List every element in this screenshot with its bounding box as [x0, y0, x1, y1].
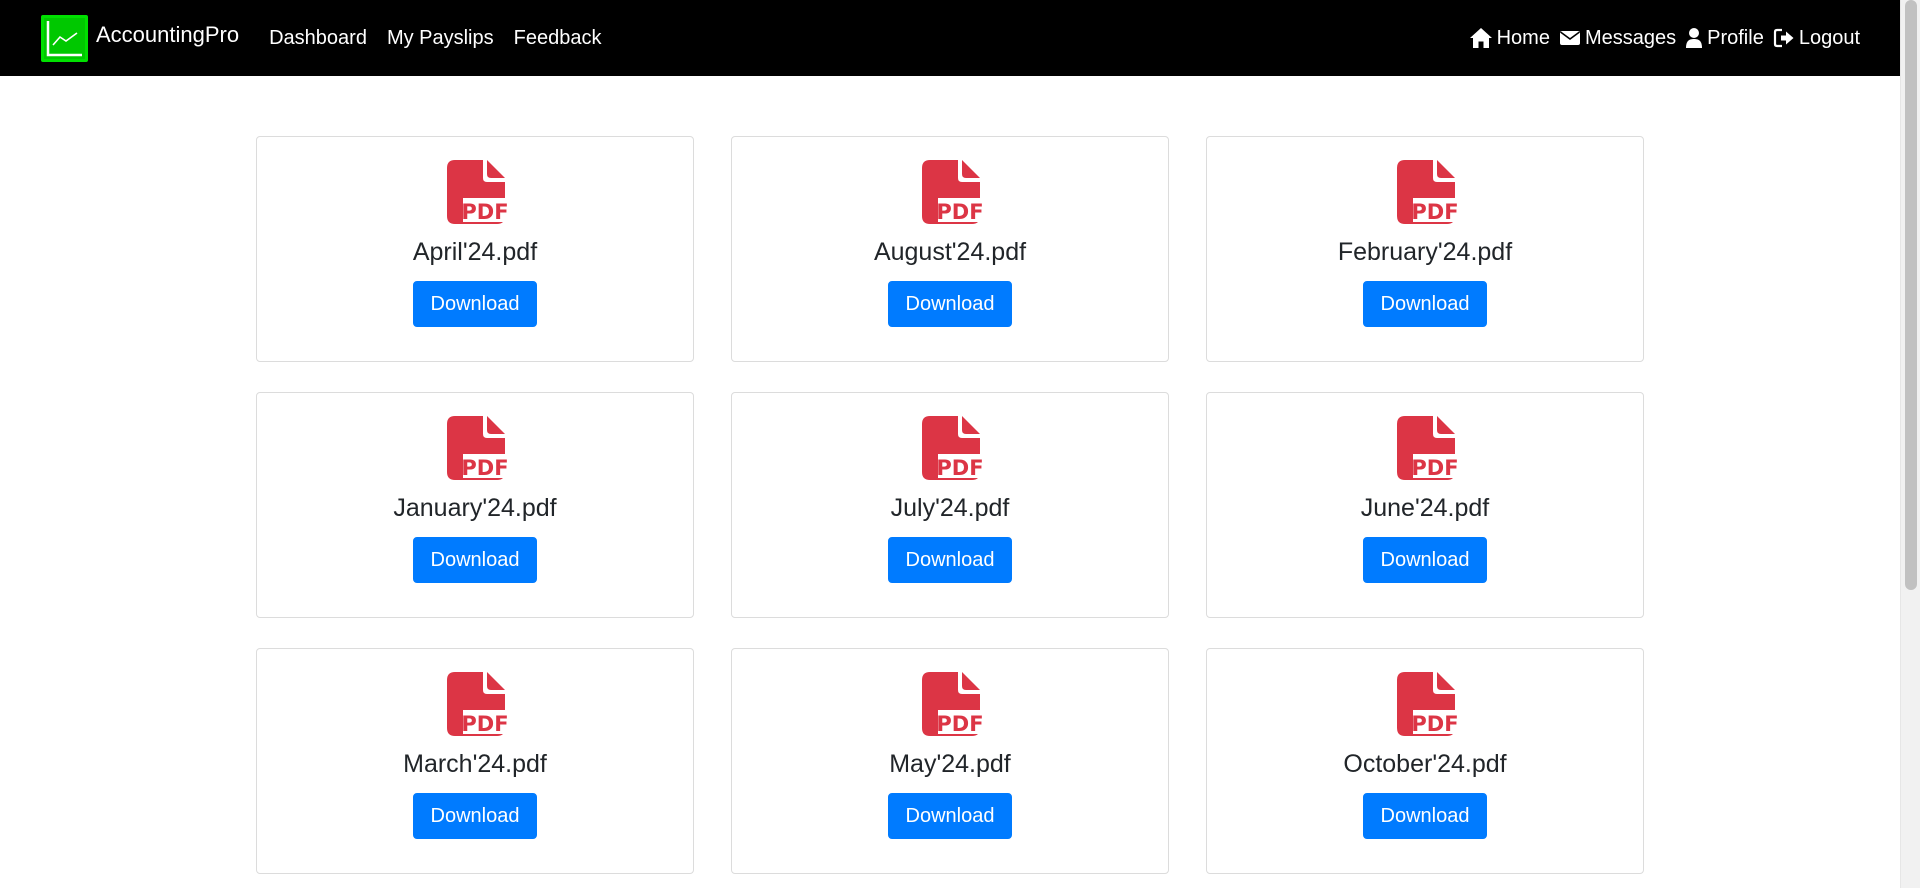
payslip-file-name: February'24.pdf — [1337, 238, 1513, 266]
download-button[interactable]: Download — [888, 537, 1012, 583]
nav-logout[interactable]: Logout — [1773, 27, 1860, 50]
nav-dashboard[interactable]: Dashboard — [269, 27, 367, 50]
user-icon — [1686, 28, 1703, 48]
payslip-card: PDF July'24.pdf Download — [731, 392, 1169, 618]
scrollbar-thumb[interactable] — [1905, 0, 1917, 590]
svg-text:PDF: PDF — [461, 712, 507, 736]
page-viewport: AccountingPro Dashboard My Payslips Feed… — [0, 0, 1920, 888]
payslip-file-name: April'24.pdf — [412, 238, 538, 266]
payslip-card: PDF October'24.pdf Download — [1206, 648, 1644, 874]
svg-text:PDF: PDF — [461, 456, 507, 480]
file-pdf-icon: PDF — [447, 160, 507, 224]
payslip-card: PDF March'24.pdf Download — [256, 648, 694, 874]
payslip-file-name: August'24.pdf — [873, 238, 1027, 266]
payslip-card: PDF February'24.pdf Download — [1206, 136, 1644, 362]
nav-profile[interactable]: Profile — [1685, 27, 1764, 50]
svg-text:PDF: PDF — [936, 456, 982, 480]
download-button[interactable]: Download — [1363, 281, 1487, 327]
brand-name: AccountingPro — [96, 22, 240, 47]
file-pdf-icon: PDF — [1397, 672, 1457, 736]
svg-text:PDF: PDF — [1411, 200, 1457, 224]
payslip-file-name: October'24.pdf — [1343, 750, 1507, 778]
nav-feedback[interactable]: Feedback — [514, 27, 602, 50]
svg-text:PDF: PDF — [936, 200, 982, 224]
vertical-scrollbar[interactable] — [1900, 0, 1920, 888]
download-button[interactable]: Download — [888, 793, 1012, 839]
file-pdf-icon: PDF — [447, 416, 507, 480]
file-pdf-icon: PDF — [1397, 160, 1457, 224]
payslip-card: PDF May'24.pdf Download — [731, 648, 1169, 874]
payslip-file-name: May'24.pdf — [889, 750, 1011, 778]
download-button[interactable]: Download — [413, 793, 537, 839]
nav-logout-label: Logout — [1798, 26, 1860, 49]
svg-text:PDF: PDF — [1411, 712, 1457, 736]
envelope-icon — [1559, 31, 1580, 45]
line-chart-icon — [41, 14, 88, 62]
file-pdf-icon: PDF — [922, 160, 982, 224]
payslip-file-name: June'24.pdf — [1360, 494, 1490, 522]
download-button[interactable]: Download — [1363, 793, 1487, 839]
file-pdf-icon: PDF — [922, 672, 982, 736]
file-pdf-icon: PDF — [447, 672, 507, 736]
file-pdf-icon: PDF — [1397, 416, 1457, 480]
payslip-card: PDF June'24.pdf Download — [1206, 392, 1644, 618]
payslip-card: PDF August'24.pdf Download — [731, 136, 1169, 362]
payslip-file-name: January'24.pdf — [393, 494, 557, 522]
payslip-grid: PDF April'24.pdf Download PDF August'24.… — [256, 136, 1644, 874]
logout-icon — [1773, 28, 1794, 48]
file-pdf-icon: PDF — [922, 416, 982, 480]
svg-text:PDF: PDF — [936, 712, 982, 736]
nav-messages-label: Messages — [1584, 26, 1677, 49]
download-button[interactable]: Download — [413, 537, 537, 583]
download-button[interactable]: Download — [1363, 537, 1487, 583]
nav-my-payslips[interactable]: My Payslips — [387, 27, 494, 50]
brand-link[interactable]: AccountingPro — [41, 14, 240, 62]
download-button[interactable]: Download — [413, 281, 537, 327]
nav-messages[interactable]: Messages — [1559, 27, 1676, 50]
payslip-card: PDF April'24.pdf Download — [256, 136, 694, 362]
payslip-card: PDF January'24.pdf Download — [256, 392, 694, 618]
nav-left-links: Dashboard My Payslips Feedback — [269, 27, 621, 50]
home-icon — [1469, 28, 1492, 48]
svg-text:PDF: PDF — [1411, 456, 1457, 480]
top-navbar: AccountingPro Dashboard My Payslips Feed… — [0, 0, 1900, 76]
nav-right-links: Home Messages Profile Logout — [1460, 27, 1860, 50]
nav-home[interactable]: Home — [1469, 27, 1550, 50]
payslip-file-name: July'24.pdf — [890, 494, 1010, 522]
svg-text:PDF: PDF — [461, 200, 507, 224]
download-button[interactable]: Download — [888, 281, 1012, 327]
payslip-file-name: March'24.pdf — [403, 750, 547, 778]
nav-profile-label: Profile — [1707, 26, 1764, 49]
nav-home-label: Home — [1496, 26, 1550, 49]
